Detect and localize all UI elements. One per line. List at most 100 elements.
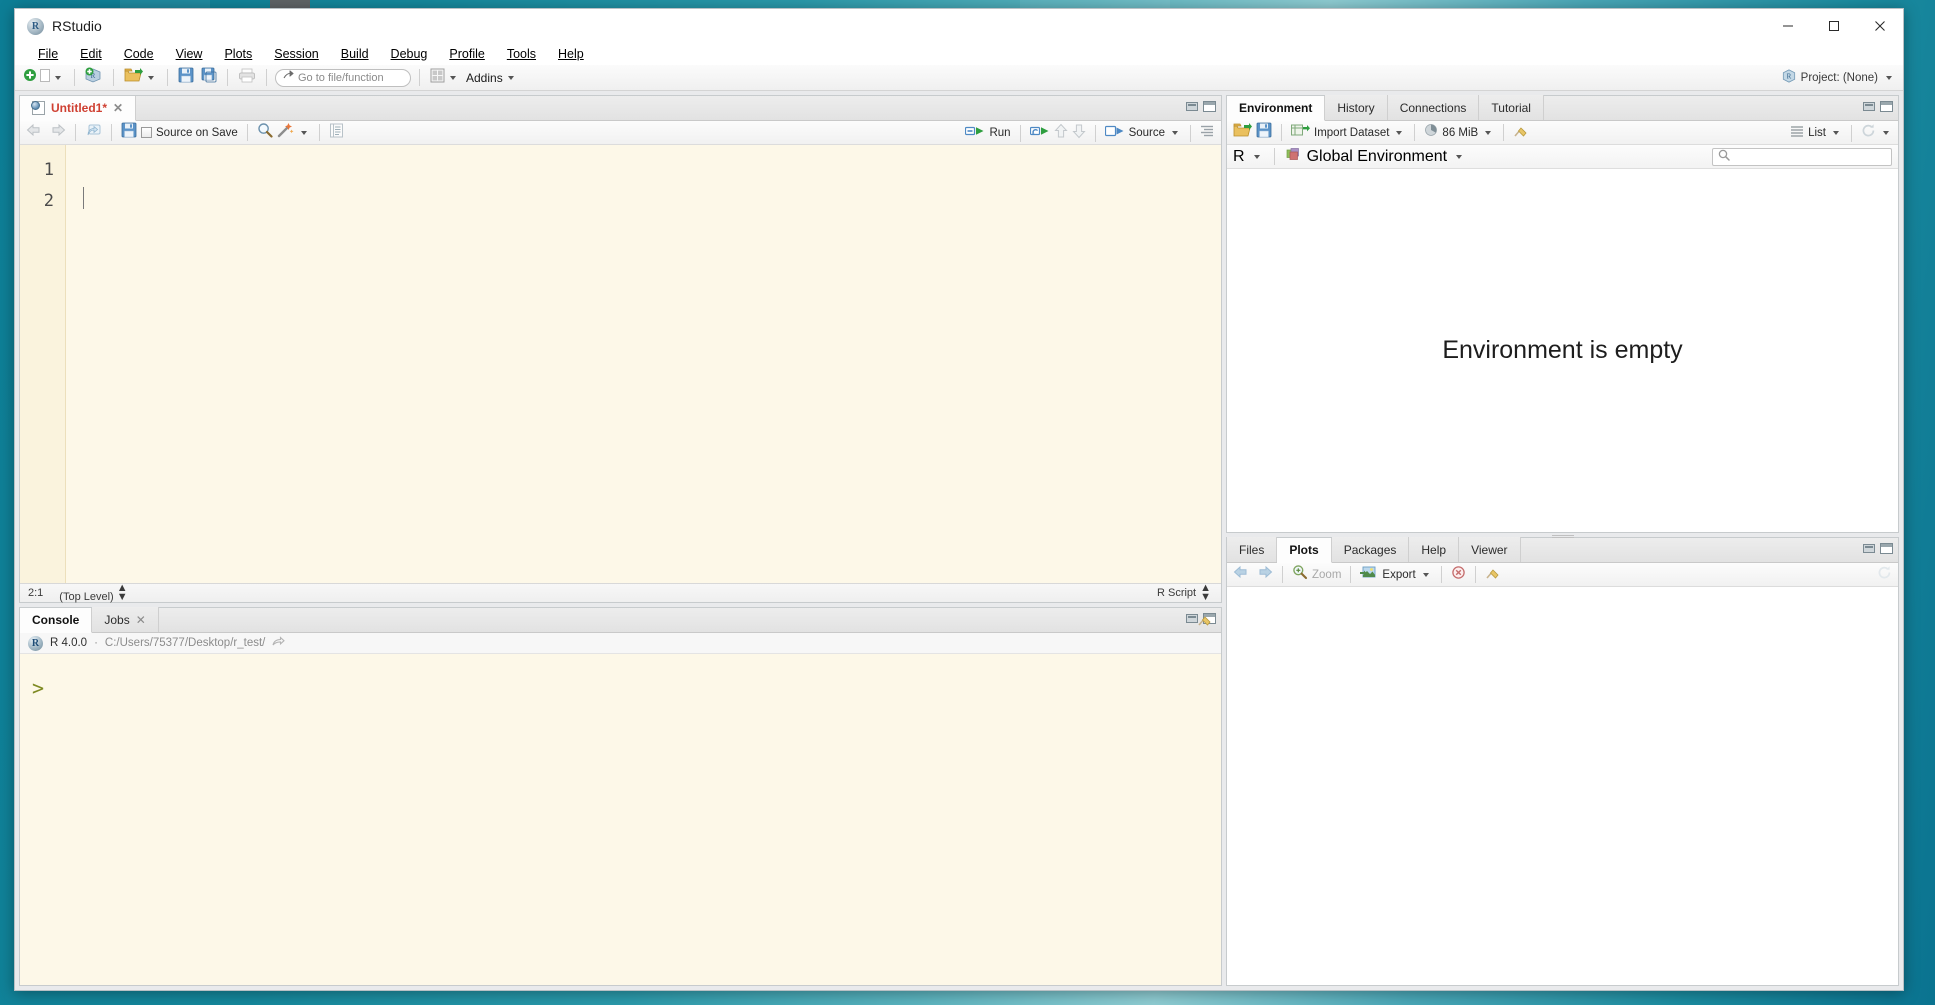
view-mode-label[interactable]: List — [1808, 127, 1826, 139]
file-type-selector[interactable]: R Script ▲ ▼ — [1157, 583, 1211, 603]
new-file-button[interactable] — [21, 67, 66, 88]
save-icon[interactable] — [121, 122, 137, 143]
tab-jobs[interactable]: Jobs ✕ — [92, 607, 159, 632]
run-icon[interactable] — [965, 124, 985, 143]
open-file-dropdown-caret-icon[interactable] — [148, 75, 154, 80]
print-button[interactable] — [236, 67, 258, 88]
menu-tools[interactable]: Tools — [496, 45, 547, 63]
scope-caret-icon[interactable] — [1456, 154, 1463, 159]
tab-help[interactable]: Help — [1409, 537, 1460, 562]
menu-plots[interactable]: Plots — [213, 45, 263, 63]
show-in-new-window-icon[interactable] — [85, 123, 102, 143]
arrow-up-icon[interactable] — [1053, 123, 1068, 144]
arrow-right-icon[interactable] — [48, 123, 66, 142]
menu-edit[interactable]: Edit — [69, 45, 113, 63]
export-caret-icon[interactable] — [1422, 572, 1429, 577]
save-all-button[interactable] — [199, 67, 219, 88]
environment-pane-controls — [1863, 101, 1893, 112]
menu-code-label: Code — [123, 47, 154, 61]
close-icon[interactable] — [1857, 9, 1903, 43]
memory-caret-icon[interactable] — [1485, 130, 1492, 135]
tab-history[interactable]: History — [1325, 95, 1388, 120]
maximize-pane-icon[interactable] — [1880, 101, 1893, 112]
source-on-save-checkbox[interactable] — [141, 127, 152, 138]
compile-notebook-icon[interactable] — [329, 123, 344, 143]
close-icon[interactable]: ✕ — [113, 101, 123, 115]
maximize-pane-icon[interactable] — [1880, 543, 1893, 554]
tab-packages[interactable]: Packages — [1331, 537, 1410, 562]
menu-build[interactable]: Build — [330, 45, 380, 63]
language-caret-icon[interactable] — [1253, 154, 1260, 159]
code-editor[interactable]: 1 2 — [20, 145, 1221, 583]
open-folder-icon[interactable] — [1233, 122, 1252, 143]
remove-plot-icon[interactable] — [1451, 565, 1466, 585]
project-caret-icon[interactable] — [1886, 76, 1892, 80]
tab-tutorial[interactable]: Tutorial — [1479, 95, 1544, 120]
source-tab-untitled1[interactable]: Untitled1* ✕ — [20, 96, 137, 121]
maximize-icon[interactable] — [1811, 9, 1857, 43]
arrow-left-icon[interactable] — [26, 123, 44, 142]
refresh-caret-icon[interactable] — [1883, 131, 1889, 135]
addins-button[interactable]: Addins — [464, 67, 519, 88]
source-caret-icon[interactable] — [1172, 131, 1178, 135]
refresh-icon[interactable] — [1861, 123, 1876, 143]
addins-caret-icon[interactable] — [507, 75, 514, 80]
save-button[interactable] — [176, 67, 196, 88]
tab-environment[interactable]: Environment — [1227, 96, 1326, 121]
menu-code[interactable]: Code — [113, 45, 165, 63]
export-label[interactable]: Export — [1382, 569, 1415, 581]
import-dataset-caret-icon[interactable] — [1396, 130, 1403, 135]
source-icon[interactable] — [1104, 124, 1125, 143]
tab-plots[interactable]: Plots — [1277, 538, 1332, 563]
memory-usage-label[interactable]: 86 MiB — [1442, 127, 1478, 139]
document-outline-icon[interactable] — [1200, 124, 1215, 143]
minimize-pane-icon[interactable] — [1186, 102, 1198, 111]
publish-icon[interactable] — [1877, 565, 1892, 585]
plots-toolbar-sep-3 — [1440, 566, 1442, 583]
import-dataset-label[interactable]: Import Dataset — [1314, 127, 1389, 139]
clear-console-icon[interactable] — [1197, 611, 1213, 632]
view-mode-caret-icon[interactable] — [1833, 131, 1839, 135]
minimize-pane-icon[interactable] — [1863, 544, 1875, 553]
editor-code-area[interactable] — [66, 145, 1221, 583]
tab-viewer[interactable]: Viewer — [1459, 537, 1521, 562]
maximize-pane-icon[interactable] — [1203, 101, 1216, 112]
minimize-icon[interactable] — [1765, 9, 1811, 43]
view-in-pane-icon[interactable] — [272, 634, 286, 652]
save-icon[interactable] — [1256, 122, 1272, 143]
close-icon[interactable]: ✕ — [136, 613, 146, 627]
tab-console[interactable]: Console — [20, 608, 93, 633]
menu-debug[interactable]: Debug — [380, 45, 439, 63]
menu-view[interactable]: View — [165, 45, 214, 63]
scope-selector-label[interactable]: Global Environment — [1307, 148, 1448, 166]
tab-files[interactable]: Files — [1227, 537, 1278, 562]
broom-icon[interactable] — [1513, 122, 1529, 143]
panes-layout-caret-icon[interactable] — [450, 75, 456, 80]
rerun-icon[interactable] — [1029, 124, 1050, 143]
project-selector[interactable]: R Project: (None) — [1782, 65, 1895, 91]
code-tools-icon[interactable] — [277, 122, 294, 143]
arrow-right-icon[interactable] — [1255, 565, 1273, 584]
scope-selector[interactable]: (Top Level) ▲ ▼ — [59, 582, 127, 603]
broom-icon[interactable] — [1485, 564, 1501, 585]
plots-content[interactable] — [1227, 587, 1898, 985]
menu-file[interactable]: File — [27, 45, 69, 63]
menu-help[interactable]: Help — [547, 45, 595, 63]
list-view-icon[interactable] — [1790, 124, 1804, 142]
arrow-down-icon[interactable] — [1071, 123, 1086, 144]
open-file-button[interactable] — [122, 67, 159, 88]
code-tools-caret-icon[interactable] — [300, 130, 307, 135]
console-output[interactable]: > — [20, 654, 1221, 985]
language-selector-label[interactable]: R — [1233, 148, 1245, 166]
new-file-dropdown-caret-icon[interactable] — [55, 75, 61, 80]
menu-profile[interactable]: Profile — [438, 45, 495, 63]
new-project-button[interactable]: R — [83, 67, 105, 88]
search-input[interactable]: Go to file/function — [275, 68, 411, 87]
search-icon[interactable] — [257, 122, 273, 143]
menu-session[interactable]: Session — [263, 45, 329, 63]
environment-search-input[interactable] — [1712, 148, 1892, 166]
tab-connections[interactable]: Connections — [1387, 95, 1480, 120]
minimize-pane-icon[interactable] — [1863, 102, 1875, 111]
arrow-left-icon[interactable] — [1233, 565, 1251, 584]
panes-layout-button[interactable] — [428, 67, 461, 88]
